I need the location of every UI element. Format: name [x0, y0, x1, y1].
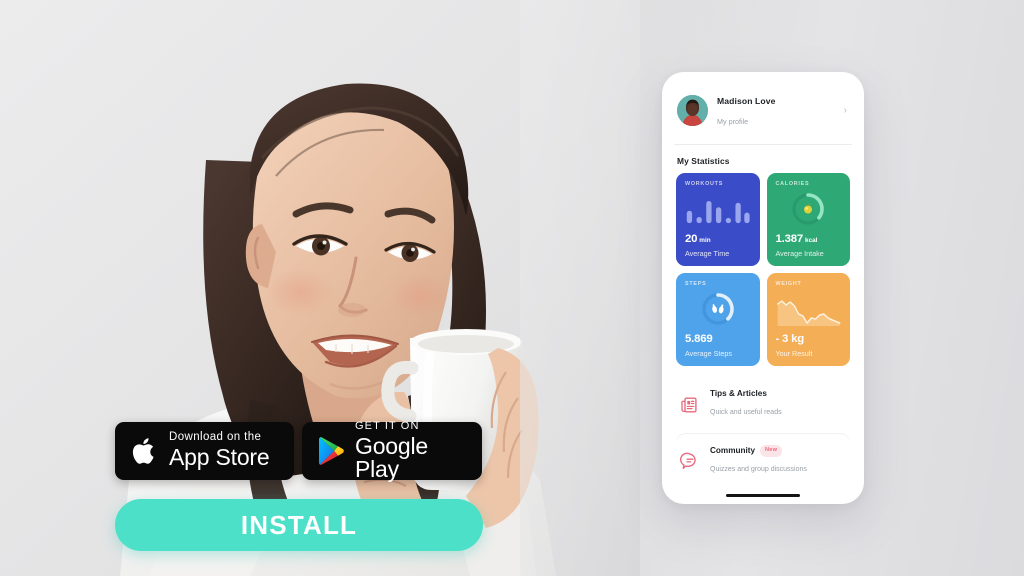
list-item-tips[interactable]: Tips & Articles Quick and useful reads: [676, 378, 850, 432]
workouts-bar-chart: [685, 187, 751, 230]
statistics-section-title: My Statistics: [677, 156, 730, 166]
phone-mockup: Madison Love My profile › My Statistics …: [662, 72, 864, 504]
google-play-big-label: Google Play: [355, 432, 428, 482]
apple-icon: [131, 434, 159, 468]
app-store-small-label: Download on the: [169, 430, 262, 443]
calories-unit: kcal: [805, 237, 818, 244]
profile-subtitle: My profile: [717, 117, 749, 126]
stat-card-weight-value: - 3 kg: [776, 330, 842, 346]
profile-name: Madison Love: [717, 96, 776, 106]
calories-progress-ring: [776, 187, 842, 230]
app-store-badge[interactable]: Download on the App Store: [115, 422, 294, 480]
stat-card-steps[interactable]: STEPS 5.869 Average Steps: [676, 273, 760, 366]
statistics-grid: WORKOUTS 20 min Average Time CALORIES 1.…: [674, 173, 852, 366]
hero-photo: [0, 0, 640, 576]
footprints-icon: [711, 303, 724, 313]
google-play-small-label: GET IT ON: [355, 419, 420, 432]
steps-value: 5.869: [685, 333, 713, 345]
steps-progress-ring: [685, 287, 751, 330]
list-item-community-title: Community: [710, 445, 756, 455]
workouts-unit: min: [699, 237, 711, 244]
chat-bubble-icon: [680, 451, 700, 471]
list-item-tips-title: Tips & Articles: [710, 389, 767, 398]
profile-row[interactable]: Madison Love My profile ›: [674, 72, 852, 145]
avatar: [677, 94, 708, 126]
article-icon: [680, 395, 700, 415]
status-badge-new: New: [760, 445, 783, 457]
store-badges: Download on the App Store GET IT ON Goog…: [115, 419, 482, 482]
install-button[interactable]: INSTALL: [115, 499, 483, 551]
workouts-value: 20: [685, 233, 698, 245]
list-item-community-subtitle: Quizzes and group discussions: [710, 465, 807, 473]
stat-card-weight[interactable]: WEIGHT - 3 kg Your Result: [766, 273, 850, 366]
stat-card-calories-subtitle: Average Intake: [775, 249, 824, 258]
stat-card-workouts[interactable]: WORKOUTS 20 min Average Time: [676, 173, 760, 266]
stat-card-workouts-value: 20 min: [685, 230, 751, 246]
weight-line-chart: [776, 287, 842, 330]
stat-card-calories[interactable]: CALORIES 1.387 kcal Average Intake: [766, 173, 850, 266]
stat-card-calories-value: 1.387 kcal: [776, 230, 842, 246]
stat-card-workouts-subtitle: Average Time: [685, 249, 730, 258]
google-play-badge[interactable]: GET IT ON Google Play: [302, 419, 482, 482]
menu-list: Tips & Articles Quick and useful reads C…: [674, 366, 852, 489]
chevron-right-icon[interactable]: ›: [844, 105, 850, 116]
stat-card-weight-subtitle: Your Result: [775, 349, 813, 358]
calories-value: 1.387: [775, 233, 804, 245]
stat-card-steps-value: 5.869: [685, 330, 751, 346]
google-play-icon: [318, 436, 345, 466]
list-item-community[interactable]: Community New Quizzes and group discussi…: [676, 434, 850, 489]
weight-value: - 3 kg: [775, 333, 805, 345]
stat-card-steps-subtitle: Average Steps: [685, 349, 733, 358]
app-store-big-label: App Store: [169, 444, 270, 471]
home-indicator: [726, 493, 800, 497]
list-item-tips-subtitle: Quick and useful reads: [710, 408, 782, 416]
